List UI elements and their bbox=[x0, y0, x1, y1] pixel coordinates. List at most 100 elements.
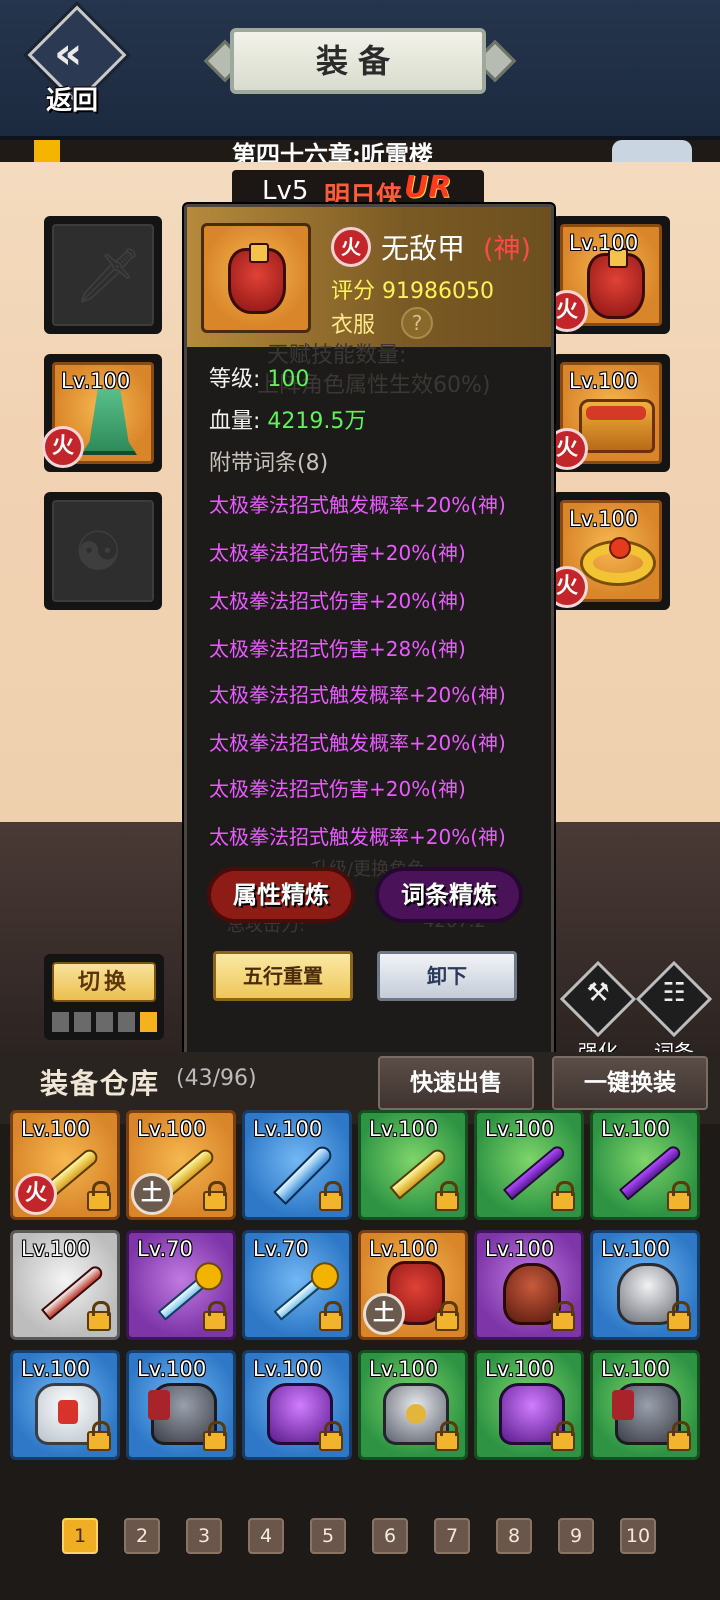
item-type: 衣服 bbox=[331, 313, 376, 338]
unequip-button[interactable]: 卸下 bbox=[377, 951, 517, 1001]
one-click-equip-button[interactable]: 一键换装 bbox=[552, 1056, 708, 1110]
warehouse-title: 装备仓库 bbox=[40, 1067, 161, 1100]
item-level: Lv.100 bbox=[253, 1357, 323, 1381]
inventory-item[interactable]: Lv.100 bbox=[474, 1110, 584, 1220]
slot-level: Lv.100 bbox=[61, 369, 131, 393]
lock-icon bbox=[667, 1301, 691, 1331]
inventory-item[interactable]: Lv.100 bbox=[474, 1350, 584, 1460]
inventory-item[interactable]: Lv.100 火 bbox=[10, 1110, 120, 1220]
inventory-item[interactable]: Lv.100 bbox=[10, 1230, 120, 1340]
lock-icon bbox=[435, 1421, 459, 1451]
fire-element-badge: 火 bbox=[15, 1173, 57, 1215]
page-button[interactable]: 8 bbox=[496, 1518, 532, 1554]
slot-level: Lv.100 bbox=[569, 369, 639, 393]
level-label: 等级: bbox=[209, 367, 261, 392]
hp-label: 血量: bbox=[209, 409, 261, 434]
hammer-icon: ⚒ bbox=[586, 978, 610, 1008]
attribute-refine-button[interactable]: 属性精炼 bbox=[211, 871, 351, 919]
inventory-item[interactable]: Lv.100 bbox=[126, 1350, 236, 1460]
page-button[interactable]: 6 bbox=[372, 1518, 408, 1554]
level-row: 等级: 100 bbox=[209, 361, 309, 393]
lock-icon bbox=[435, 1301, 459, 1331]
back-button[interactable]: « 返回 bbox=[27, 5, 127, 116]
back-arrow-icon: « bbox=[54, 28, 83, 79]
quick-sell-button[interactable]: 快速出售 bbox=[378, 1056, 534, 1110]
popup-header: 火 无敌甲 (神) 评分 91986050 衣服 ? bbox=[187, 207, 551, 347]
inventory-item[interactable]: Lv.100 土 bbox=[126, 1110, 236, 1220]
page-button[interactable]: 10 bbox=[620, 1518, 656, 1554]
item-level: Lv.100 bbox=[601, 1117, 671, 1141]
inventory-item[interactable]: Lv.100 bbox=[474, 1230, 584, 1340]
loadout-bar-active[interactable] bbox=[140, 1012, 157, 1032]
weapon-slot[interactable]: 🗡 bbox=[44, 216, 162, 334]
lock-icon bbox=[667, 1181, 691, 1211]
loadout-bar[interactable] bbox=[118, 1012, 135, 1032]
item-level: Lv.100 bbox=[485, 1237, 555, 1261]
affix-line: 太极拳法招式伤害+28%(神) bbox=[209, 637, 466, 661]
inventory-item[interactable]: Lv.100 bbox=[590, 1230, 700, 1340]
affix-refine-button[interactable]: 词条精炼 bbox=[379, 871, 519, 919]
lock-icon bbox=[203, 1421, 227, 1451]
slot-level: Lv.100 bbox=[569, 231, 639, 255]
lock-icon bbox=[87, 1421, 111, 1451]
page-button[interactable]: 3 bbox=[186, 1518, 222, 1554]
menu-list-icon[interactable] bbox=[612, 140, 692, 162]
boots-slot[interactable]: Lv.100 火 bbox=[546, 354, 670, 472]
inventory-item[interactable]: Lv.70 bbox=[242, 1230, 352, 1340]
inventory-item[interactable]: Lv.100 bbox=[242, 1350, 352, 1460]
inventory-item[interactable]: Lv.70 bbox=[126, 1230, 236, 1340]
inventory-item[interactable]: Lv.100 bbox=[590, 1350, 700, 1460]
score-value: 91986050 bbox=[382, 279, 494, 304]
arrow-up-icon[interactable] bbox=[34, 140, 60, 162]
amulet-placeholder-icon: ☯ bbox=[74, 520, 123, 583]
affix-line: 太极拳法招式伤害+20%(神) bbox=[209, 589, 466, 613]
hp-value: 4219.5万 bbox=[267, 409, 367, 434]
item-level: Lv.100 bbox=[369, 1237, 439, 1261]
amulet-slot[interactable]: ☯ bbox=[44, 492, 162, 610]
affix-line: 太极拳法招式伤害+20%(神) bbox=[209, 777, 466, 801]
loadout-switch-panel: 切换 bbox=[44, 954, 164, 1040]
hat-slot[interactable]: Lv.100 火 bbox=[42, 354, 162, 472]
page-button[interactable]: 5 bbox=[310, 1518, 346, 1554]
page-button[interactable]: 7 bbox=[434, 1518, 470, 1554]
lock-icon bbox=[667, 1421, 691, 1451]
item-level: Lv.100 bbox=[369, 1357, 439, 1381]
earth-element-badge: 土 bbox=[363, 1293, 405, 1335]
warehouse-count: (43/96) bbox=[176, 1066, 257, 1091]
inventory-item[interactable]: Lv.100 bbox=[358, 1350, 468, 1460]
inventory-item[interactable]: Lv.100 bbox=[242, 1110, 352, 1220]
five-elements-reset-button[interactable]: 五行重置 bbox=[213, 951, 353, 1001]
level-value: 100 bbox=[267, 367, 310, 392]
inventory-item[interactable]: Lv.100 bbox=[590, 1110, 700, 1220]
help-icon[interactable]: ? bbox=[401, 307, 433, 339]
inventory-item[interactable]: Lv.100 bbox=[358, 1110, 468, 1220]
lock-icon bbox=[203, 1301, 227, 1331]
item-portrait bbox=[201, 223, 311, 333]
loadout-bar[interactable] bbox=[96, 1012, 113, 1032]
lock-icon bbox=[87, 1301, 111, 1331]
item-level: Lv.70 bbox=[253, 1237, 309, 1261]
lock-icon bbox=[87, 1181, 111, 1211]
inventory-item[interactable]: Lv.100 bbox=[10, 1350, 120, 1460]
page-button[interactable]: 2 bbox=[124, 1518, 160, 1554]
switch-button[interactable]: 切换 bbox=[52, 962, 156, 1002]
loadout-bar[interactable] bbox=[74, 1012, 91, 1032]
affix-line: 太极拳法招式触发概率+20%(神) bbox=[209, 683, 506, 707]
item-level: Lv.100 bbox=[21, 1357, 91, 1381]
boots-icon bbox=[579, 399, 655, 453]
fire-element-badge: 火 bbox=[42, 426, 84, 468]
page-button[interactable]: 4 bbox=[248, 1518, 284, 1554]
hat-icon bbox=[81, 389, 137, 455]
inventory-item[interactable]: Lv.100 土 bbox=[358, 1230, 468, 1340]
item-level: Lv.100 bbox=[137, 1117, 207, 1141]
lock-icon bbox=[551, 1421, 575, 1451]
ring-slot[interactable]: Lv.100 火 bbox=[546, 492, 670, 610]
page-button[interactable]: 1 bbox=[62, 1518, 98, 1554]
page-button[interactable]: 9 bbox=[558, 1518, 594, 1554]
equipment-detail-popup: 火 无敌甲 (神) 评分 91986050 衣服 ? 天赋技能数量: 上阵角色属… bbox=[184, 204, 554, 1056]
lock-icon bbox=[319, 1301, 343, 1331]
armor-slot[interactable]: Lv.100 火 bbox=[546, 216, 670, 334]
loadout-bar[interactable] bbox=[52, 1012, 69, 1032]
affix-line: 太极拳法招式触发概率+20%(神) bbox=[209, 731, 506, 755]
lock-icon bbox=[551, 1301, 575, 1331]
